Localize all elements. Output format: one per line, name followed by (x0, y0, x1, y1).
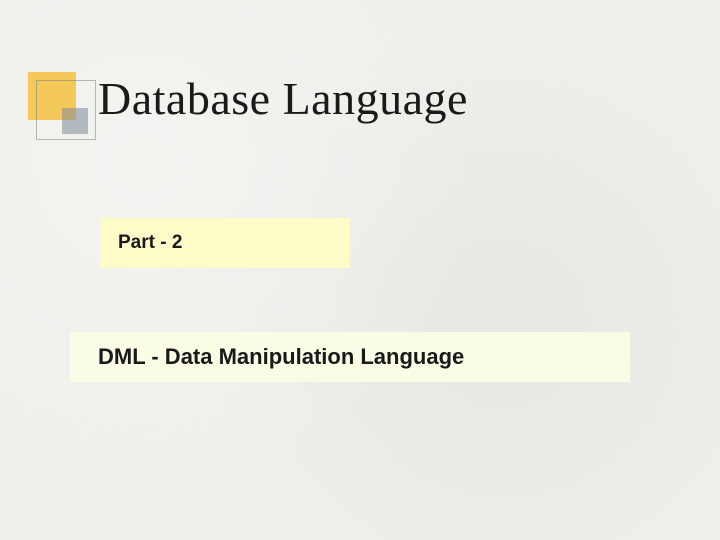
subtitle-text: DML - Data Manipulation Language (98, 344, 464, 370)
decor-square-gray (62, 108, 88, 134)
part-label-text: Part - 2 (118, 232, 182, 254)
subtitle-box: DML - Data Manipulation Language (70, 332, 630, 382)
slide-title: Database Language (98, 72, 468, 125)
part-label-box: Part - 2 (100, 218, 350, 268)
